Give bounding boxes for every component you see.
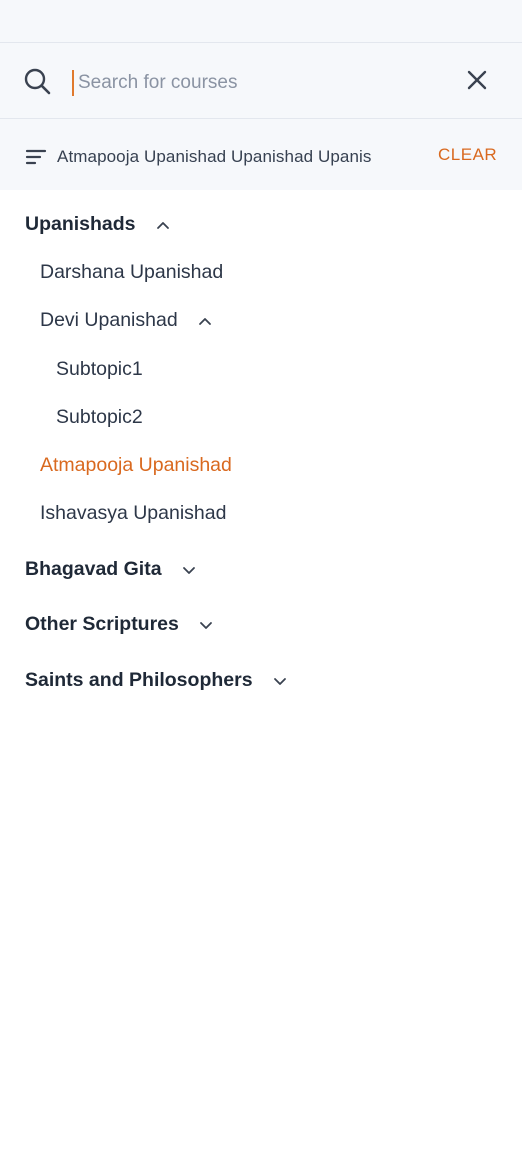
- tree-item-label: Atmapooja Upanishad: [40, 454, 232, 476]
- text-caret: [72, 70, 74, 96]
- tree-item-devi-upanishad[interactable]: Devi Upanishad: [40, 309, 212, 332]
- tree-item-saints-and-philosophers[interactable]: Saints and Philosophers: [25, 669, 287, 692]
- tree-item-darshana-upanishad[interactable]: Darshana Upanishad: [40, 261, 223, 284]
- tree-item-label: Subtopic1: [56, 358, 143, 380]
- tree-item-subtopic1[interactable]: Subtopic1: [56, 358, 143, 381]
- chevron-up-icon[interactable]: [198, 314, 212, 328]
- search-input[interactable]: [78, 67, 438, 99]
- search-bar: [0, 43, 522, 119]
- tree-item-label: Upanishads: [25, 213, 136, 235]
- chevron-down-icon[interactable]: [273, 674, 287, 688]
- tree-item-label: Subtopic2: [56, 406, 143, 428]
- chevron-down-icon[interactable]: [199, 618, 213, 632]
- filter-icon: [25, 149, 47, 165]
- tree-item-bhagavad-gita[interactable]: Bhagavad Gita: [25, 558, 196, 581]
- tree-item-atmapooja-upanishad[interactable]: Atmapooja Upanishad: [40, 454, 232, 477]
- tree-item-label: Darshana Upanishad: [40, 261, 224, 283]
- tree-item-subtopic2[interactable]: Subtopic2: [56, 406, 143, 429]
- chevron-down-icon[interactable]: [182, 563, 196, 577]
- tree-item-label: Saints and Philosophers: [25, 669, 253, 691]
- close-icon[interactable]: [466, 69, 488, 91]
- chevron-up-icon[interactable]: [156, 218, 170, 232]
- search-icon[interactable]: [23, 67, 51, 95]
- tree-item-upanishads[interactable]: Upanishads: [25, 213, 170, 236]
- tree-item-label: Other Scriptures: [25, 613, 179, 635]
- clear-button[interactable]: CLEAR: [438, 145, 497, 165]
- tree-item-ishavasya-upanishad[interactable]: Ishavasya Upanishad: [40, 502, 226, 525]
- tree-item-label: Bhagavad Gita: [25, 558, 162, 580]
- active-filter-text: Atmapooja Upanishad Upanishad Upanis: [57, 147, 372, 166]
- top-bar: [0, 0, 522, 43]
- tree-item-other-scriptures[interactable]: Other Scriptures: [25, 613, 213, 636]
- tree-item-label: Devi Upanishad: [40, 309, 178, 331]
- tree-item-label: Ishavasya Upanishad: [40, 502, 227, 524]
- active-filter-bar: Atmapooja Upanishad Upanishad Upanis CLE…: [0, 119, 522, 190]
